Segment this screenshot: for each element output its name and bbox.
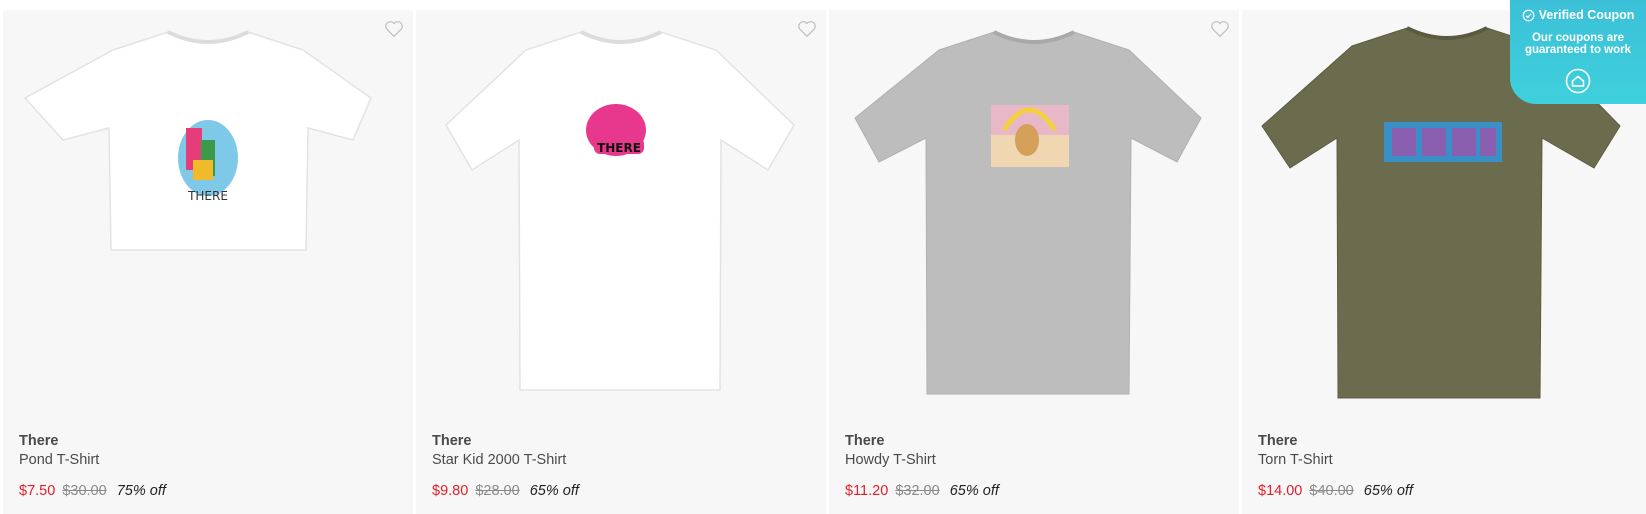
coupon-badge-title: Verified Coupon — [1538, 8, 1635, 22]
price-row: $7.50 $30.00 75% off — [19, 482, 401, 500]
product-brand: There — [1258, 433, 1298, 449]
price-row: $11.20 $32.00 65% off — [845, 482, 1227, 500]
original-price: $28.00 — [475, 483, 520, 499]
product-card[interactable]: THERE There Star Kid 2000 T-Shirt $9.80 … — [416, 10, 826, 514]
verified-coupon-badge[interactable]: Verified Coupon Our coupons are guarante… — [1510, 0, 1646, 104]
price-row: $14.00 $40.00 65% off — [1258, 482, 1641, 500]
product-name[interactable]: Pond T-Shirt — [19, 451, 401, 469]
product-name[interactable]: Star Kid 2000 T-Shirt — [432, 451, 814, 469]
product-brand: There — [432, 433, 472, 449]
home-logo-icon — [1565, 68, 1591, 94]
product-name[interactable]: Howdy T-Shirt — [845, 451, 1227, 469]
favorite-heart-icon[interactable] — [1209, 18, 1231, 40]
original-price: $40.00 — [1309, 483, 1354, 499]
product-image[interactable]: THERE — [3, 10, 413, 410]
discount-label: 65% off — [949, 483, 999, 499]
product-info: There Pond T-Shirt $7.50 $30.00 75% off — [19, 432, 401, 500]
product-brand: There — [845, 433, 885, 449]
discount-label: 75% off — [116, 483, 166, 499]
price-row: $9.80 $28.00 65% off — [432, 482, 814, 500]
product-card[interactable]: THERE There Pond T-Shirt $7.50 $30.00 75… — [3, 10, 413, 514]
product-image[interactable] — [829, 10, 1239, 410]
product-info: There Howdy T-Shirt $11.20 $32.00 65% of… — [845, 432, 1227, 500]
original-price: $32.00 — [895, 483, 940, 499]
product-grid: THERE There Pond T-Shirt $7.50 $30.00 75… — [0, 10, 1646, 514]
sale-price: $7.50 — [19, 483, 56, 499]
sale-price: $11.20 — [845, 483, 889, 499]
favorite-heart-icon[interactable] — [796, 18, 818, 40]
discount-label: 65% off — [1363, 483, 1413, 499]
coupon-badge-subtitle: Our coupons are guaranteed to work — [1524, 32, 1632, 56]
product-info: There Torn T-Shirt $14.00 $40.00 65% off — [1258, 432, 1641, 500]
favorite-heart-icon[interactable] — [383, 18, 405, 40]
check-circle-icon — [1522, 9, 1535, 22]
sale-price: $9.80 — [432, 483, 469, 499]
svg-text:THERE: THERE — [597, 141, 641, 155]
original-price: $30.00 — [62, 483, 107, 499]
product-brand: There — [19, 433, 59, 449]
sale-price: $14.00 — [1258, 483, 1303, 499]
svg-text:THERE: THERE — [187, 189, 228, 203]
product-info: There Star Kid 2000 T-Shirt $9.80 $28.00… — [432, 432, 814, 500]
product-image[interactable]: THERE — [416, 10, 826, 410]
product-name[interactable]: Torn T-Shirt — [1258, 451, 1641, 469]
coupon-badge-header: Verified Coupon — [1510, 8, 1646, 22]
discount-label: 65% off — [529, 483, 579, 499]
product-card[interactable]: There Howdy T-Shirt $11.20 $32.00 65% of… — [829, 10, 1239, 514]
